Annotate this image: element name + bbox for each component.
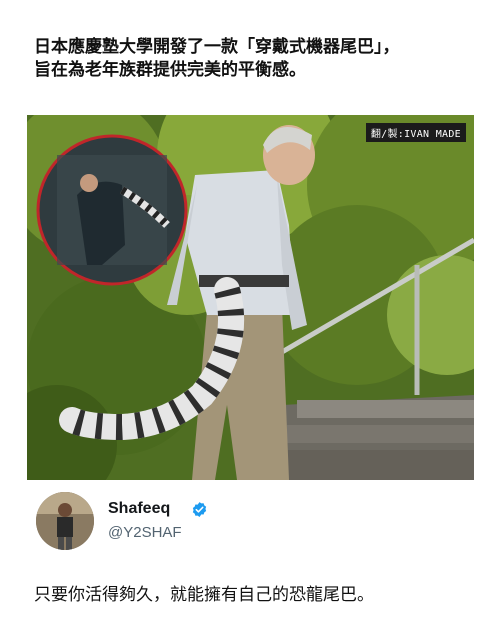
- headline-line-1: 日本應慶塾大學開發了一款「穿戴式機器尾巴」，: [34, 37, 400, 57]
- headline-line-2: 旨在為老年族群提供完美的平衡感。: [34, 60, 306, 80]
- post-text: 只要你活得夠久，就能擁有自己的恐龍尾巴。: [34, 585, 374, 605]
- verified-badge-icon: [192, 502, 207, 517]
- photo-scene: [27, 115, 474, 480]
- news-photo[interactable]: 翻/製:IVAN MADE: [27, 115, 474, 480]
- profile-header[interactable]: Shafeeq @Y2SHAF: [36, 492, 456, 552]
- photo-credit: 翻/製:IVAN MADE: [365, 123, 466, 142]
- avatar[interactable]: [36, 492, 94, 550]
- headline: 日本應慶塾大學開發了一款「穿戴式機器尾巴」， 旨在為老年族群提供完美的平衡感。: [34, 36, 484, 82]
- avatar-image: [36, 492, 94, 550]
- profile-name[interactable]: Shafeeq: [108, 500, 170, 518]
- profile-handle[interactable]: @Y2SHAF: [108, 524, 182, 541]
